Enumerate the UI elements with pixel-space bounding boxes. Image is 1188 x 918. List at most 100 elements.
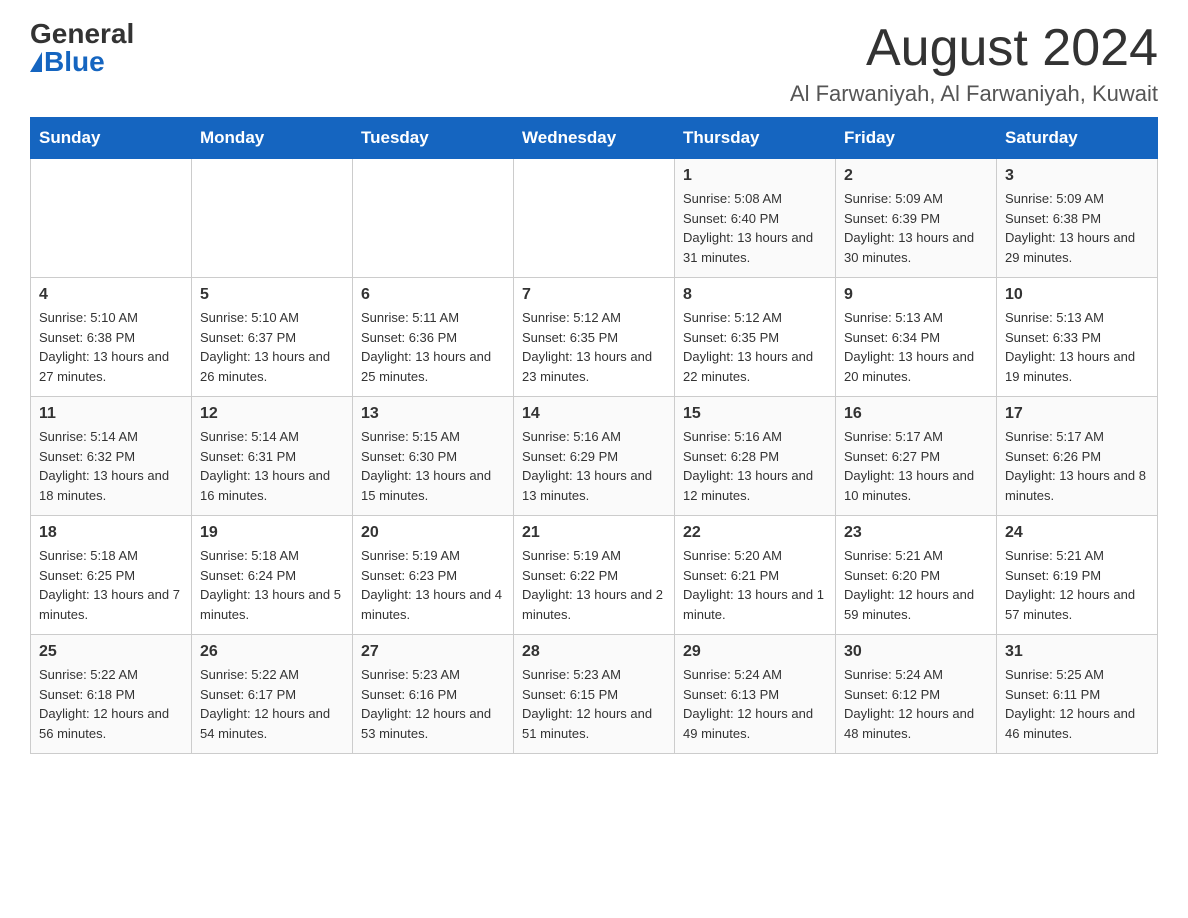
day-info: Sunrise: 5:23 AM Sunset: 6:15 PM Dayligh… (522, 665, 666, 743)
day-info: Sunrise: 5:15 AM Sunset: 6:30 PM Dayligh… (361, 427, 505, 505)
day-info: Sunrise: 5:14 AM Sunset: 6:31 PM Dayligh… (200, 427, 344, 505)
calendar-cell: 1 Sunrise: 5:08 AM Sunset: 6:40 PM Daylig… (675, 159, 836, 278)
month-title: August 2024 (790, 20, 1158, 77)
day-number: 23 (844, 524, 988, 542)
weekday-header-sunday: Sunday (31, 118, 192, 159)
calendar-cell: 15 Sunrise: 5:16 AM Sunset: 6:28 PM Dayli… (675, 397, 836, 516)
calendar-cell: 26Sunrise: 5:22 AM Sunset: 6:17 PM Dayli… (192, 635, 353, 754)
day-info: Sunrise: 5:16 AM Sunset: 6:29 PM Dayligh… (522, 427, 666, 505)
day-number: 4 (39, 286, 183, 304)
weekday-header-tuesday: Tuesday (353, 118, 514, 159)
calendar-cell: 29 Sunrise: 5:24 AM Sunset: 6:13 PM Dayli… (675, 635, 836, 754)
day-number: 1 (683, 167, 827, 185)
weekday-header-saturday: Saturday (997, 118, 1158, 159)
day-number: 5 (200, 286, 344, 304)
day-number: 2 (844, 167, 988, 185)
day-info: Sunrise: 5:19 AM Sunset: 6:22 PM Dayligh… (522, 546, 666, 624)
day-number: 10 (1005, 286, 1149, 304)
calendar-week-row: 1 Sunrise: 5:08 AM Sunset: 6:40 PM Daylig… (31, 159, 1158, 278)
day-info: Sunrise: 5:17 AM Sunset: 6:26 PM Dayligh… (1005, 427, 1149, 505)
calendar-cell: 21Sunrise: 5:19 AM Sunset: 6:22 PM Dayli… (514, 516, 675, 635)
day-number: 24 (1005, 524, 1149, 542)
calendar-cell (192, 159, 353, 278)
day-number: 28 (522, 643, 666, 661)
weekday-header-friday: Friday (836, 118, 997, 159)
calendar-week-row: 4 Sunrise: 5:10 AM Sunset: 6:38 PM Daylig… (31, 278, 1158, 397)
day-info: Sunrise: 5:20 AM Sunset: 6:21 PM Dayligh… (683, 546, 827, 624)
day-number: 31 (1005, 643, 1149, 661)
weekday-header-monday: Monday (192, 118, 353, 159)
logo: General Blue (30, 20, 134, 76)
calendar-cell: 22Sunrise: 5:20 AM Sunset: 6:21 PM Dayli… (675, 516, 836, 635)
day-info: Sunrise: 5:11 AM Sunset: 6:36 PM Dayligh… (361, 308, 505, 386)
day-info: Sunrise: 5:21 AM Sunset: 6:19 PM Dayligh… (1005, 546, 1149, 624)
calendar-cell: 12 Sunrise: 5:14 AM Sunset: 6:31 PM Dayli… (192, 397, 353, 516)
calendar-week-row: 25 Sunrise: 5:22 AM Sunset: 6:18 PM Dayli… (31, 635, 1158, 754)
day-info: Sunrise: 5:19 AM Sunset: 6:23 PM Dayligh… (361, 546, 505, 624)
day-info: Sunrise: 5:24 AM Sunset: 6:12 PM Dayligh… (844, 665, 988, 743)
day-number: 13 (361, 405, 505, 423)
day-info: Sunrise: 5:18 AM Sunset: 6:24 PM Dayligh… (200, 546, 344, 624)
day-info: Sunrise: 5:25 AM Sunset: 6:11 PM Dayligh… (1005, 665, 1149, 743)
day-info: Sunrise: 5:12 AM Sunset: 6:35 PM Dayligh… (522, 308, 666, 386)
calendar-cell: 17 Sunrise: 5:17 AM Sunset: 6:26 PM Dayli… (997, 397, 1158, 516)
day-info: Sunrise: 5:22 AM Sunset: 6:18 PM Dayligh… (39, 665, 183, 743)
calendar-cell: 24 Sunrise: 5:21 AM Sunset: 6:19 PM Dayli… (997, 516, 1158, 635)
day-number: 9 (844, 286, 988, 304)
calendar-cell: 6 Sunrise: 5:11 AM Sunset: 6:36 PM Daylig… (353, 278, 514, 397)
day-number: 19 (200, 524, 344, 542)
day-info: Sunrise: 5:16 AM Sunset: 6:28 PM Dayligh… (683, 427, 827, 505)
logo-triangle-icon (30, 52, 42, 72)
calendar-cell: 20 Sunrise: 5:19 AM Sunset: 6:23 PM Dayli… (353, 516, 514, 635)
calendar-cell (31, 159, 192, 278)
day-number: 8 (683, 286, 827, 304)
day-number: 30 (844, 643, 988, 661)
calendar-cell: 2Sunrise: 5:09 AM Sunset: 6:39 PM Daylig… (836, 159, 997, 278)
day-info: Sunrise: 5:10 AM Sunset: 6:37 PM Dayligh… (200, 308, 344, 386)
calendar-week-row: 11 Sunrise: 5:14 AM Sunset: 6:32 PM Dayli… (31, 397, 1158, 516)
day-info: Sunrise: 5:22 AM Sunset: 6:17 PM Dayligh… (200, 665, 344, 743)
day-number: 12 (200, 405, 344, 423)
calendar-cell: 4 Sunrise: 5:10 AM Sunset: 6:38 PM Daylig… (31, 278, 192, 397)
day-number: 11 (39, 405, 183, 423)
day-number: 27 (361, 643, 505, 661)
day-info: Sunrise: 5:23 AM Sunset: 6:16 PM Dayligh… (361, 665, 505, 743)
day-info: Sunrise: 5:08 AM Sunset: 6:40 PM Dayligh… (683, 189, 827, 267)
weekday-header-row: SundayMondayTuesdayWednesdayThursdayFrid… (31, 118, 1158, 159)
calendar-cell: 14 Sunrise: 5:16 AM Sunset: 6:29 PM Dayli… (514, 397, 675, 516)
day-number: 7 (522, 286, 666, 304)
day-info: Sunrise: 5:12 AM Sunset: 6:35 PM Dayligh… (683, 308, 827, 386)
calendar-cell: 16 Sunrise: 5:17 AM Sunset: 6:27 PM Dayli… (836, 397, 997, 516)
day-number: 3 (1005, 167, 1149, 185)
day-info: Sunrise: 5:17 AM Sunset: 6:27 PM Dayligh… (844, 427, 988, 505)
weekday-header-wednesday: Wednesday (514, 118, 675, 159)
logo-blue-text: Blue (30, 48, 105, 76)
day-number: 20 (361, 524, 505, 542)
calendar-cell: 19 Sunrise: 5:18 AM Sunset: 6:24 PM Dayli… (192, 516, 353, 635)
calendar-cell: 9Sunrise: 5:13 AM Sunset: 6:34 PM Daylig… (836, 278, 997, 397)
calendar-cell: 23 Sunrise: 5:21 AM Sunset: 6:20 PM Dayli… (836, 516, 997, 635)
day-number: 15 (683, 405, 827, 423)
calendar-cell: 3Sunrise: 5:09 AM Sunset: 6:38 PM Daylig… (997, 159, 1158, 278)
day-number: 25 (39, 643, 183, 661)
day-info: Sunrise: 5:24 AM Sunset: 6:13 PM Dayligh… (683, 665, 827, 743)
calendar-cell: 13 Sunrise: 5:15 AM Sunset: 6:30 PM Dayli… (353, 397, 514, 516)
day-number: 17 (1005, 405, 1149, 423)
day-number: 14 (522, 405, 666, 423)
day-number: 29 (683, 643, 827, 661)
day-info: Sunrise: 5:10 AM Sunset: 6:38 PM Dayligh… (39, 308, 183, 386)
day-info: Sunrise: 5:14 AM Sunset: 6:32 PM Dayligh… (39, 427, 183, 505)
calendar-cell: 7 Sunrise: 5:12 AM Sunset: 6:35 PM Daylig… (514, 278, 675, 397)
day-info: Sunrise: 5:21 AM Sunset: 6:20 PM Dayligh… (844, 546, 988, 624)
page-header: General Blue August 2024 Al Farwaniyah, … (30, 20, 1158, 107)
calendar-cell: 30 Sunrise: 5:24 AM Sunset: 6:12 PM Dayli… (836, 635, 997, 754)
weekday-header-thursday: Thursday (675, 118, 836, 159)
calendar-cell (514, 159, 675, 278)
calendar-cell: 18Sunrise: 5:18 AM Sunset: 6:25 PM Dayli… (31, 516, 192, 635)
location-title: Al Farwaniyah, Al Farwaniyah, Kuwait (790, 81, 1158, 107)
day-info: Sunrise: 5:18 AM Sunset: 6:25 PM Dayligh… (39, 546, 183, 624)
day-info: Sunrise: 5:13 AM Sunset: 6:33 PM Dayligh… (1005, 308, 1149, 386)
day-number: 6 (361, 286, 505, 304)
day-number: 16 (844, 405, 988, 423)
calendar-cell: 25 Sunrise: 5:22 AM Sunset: 6:18 PM Dayli… (31, 635, 192, 754)
